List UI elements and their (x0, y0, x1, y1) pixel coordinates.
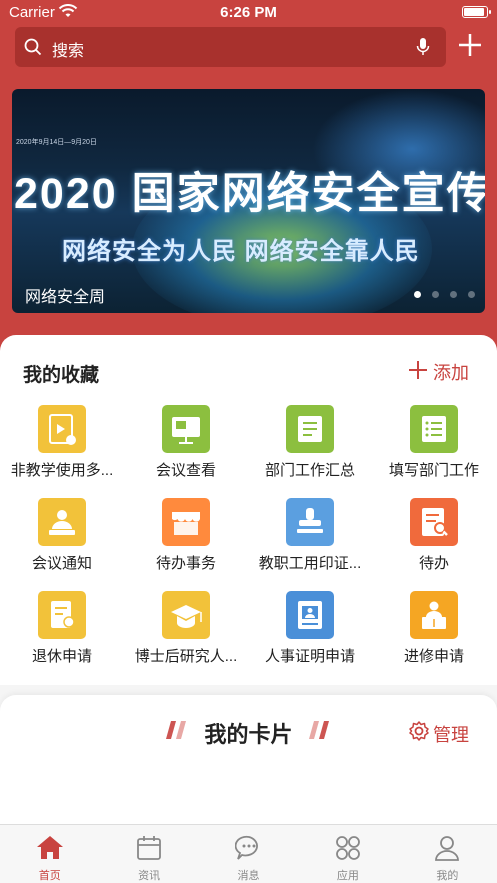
favorites-title: 我的收藏 (23, 365, 100, 386)
manage-cards-button[interactable]: 管理 (408, 720, 469, 747)
tab-home[interactable]: 首页 (0, 825, 99, 883)
microphone-icon[interactable] (416, 37, 430, 62)
favorite-item[interactable]: 部门工作汇总 (248, 405, 372, 485)
favorite-item[interactable]: 填写部门工作 (372, 405, 496, 485)
graduation-cap-icon (162, 591, 210, 639)
favorite-item[interactable]: 人事证明申请 (248, 591, 372, 671)
carousel-dot[interactable] (414, 291, 421, 298)
favorite-item-label: 会议查看 (155, 462, 216, 479)
gear-icon (408, 720, 430, 747)
favorite-item-label: 会议通知 (31, 555, 92, 572)
retire-doc-icon (38, 591, 86, 639)
battery-icon (462, 6, 491, 18)
favorite-item[interactable]: 非教学使用多... (0, 405, 124, 485)
favorite-item-label: 教职工用印证... (258, 555, 362, 572)
certificate-icon (286, 591, 334, 639)
favorite-item-label: 博士后研究人... (134, 648, 238, 665)
cards-section: 我的卡片 管理 (0, 695, 497, 825)
video-doc-icon (38, 405, 86, 453)
search-icon (24, 38, 42, 61)
add-icon[interactable] (458, 33, 482, 62)
search-bar[interactable]: 搜索 (15, 27, 446, 67)
tab-chat[interactable]: 消息 (199, 825, 298, 883)
tab-person[interactable]: 我的 (398, 825, 497, 883)
chat-icon (234, 834, 263, 867)
favorite-item[interactable]: 待办事务 (124, 498, 248, 578)
favorite-item-label: 部门工作汇总 (264, 462, 355, 479)
favorite-item-label: 退休申请 (31, 648, 92, 665)
search-doc-icon (410, 498, 458, 546)
stamp-icon (286, 498, 334, 546)
tab-label: 应用 (336, 870, 359, 882)
favorite-item-label: 待办事务 (155, 555, 216, 572)
manage-label: 管理 (433, 724, 469, 745)
apps-icon (334, 834, 362, 867)
carousel-dot[interactable] (450, 291, 457, 298)
favorite-item-label: 填写部门工作 (388, 462, 479, 479)
slash-decor-right (309, 721, 333, 739)
summary-icon (286, 405, 334, 453)
list-icon (410, 405, 458, 453)
banner-slogan: 网络安全为人民 网络安全靠人民 (62, 238, 420, 265)
carousel-dot[interactable] (432, 291, 439, 298)
person-icon (433, 834, 461, 867)
calendar-icon (135, 834, 163, 867)
banner-date-text: 2020年9月14日—9月20日 (16, 139, 97, 146)
favorites-section: 我的收藏 添加 非教学使用多... 会议查看 部门工作汇总 填写部门工作会议通知 待办事… (0, 335, 497, 685)
favorite-item[interactable]: 博士后研究人... (124, 591, 248, 671)
favorite-item[interactable]: 退休申请 (0, 591, 124, 671)
store-icon (162, 498, 210, 546)
carousel-dot[interactable] (468, 291, 475, 298)
carousel-indicator (414, 291, 475, 298)
favorite-item[interactable]: 进修申请 (372, 591, 496, 671)
status-bar: Carrier 6:26 PM (0, 0, 497, 26)
tab-calendar[interactable]: 资讯 (99, 825, 198, 883)
home-icon (36, 834, 64, 867)
favorite-item-label: 待办 (418, 555, 449, 572)
add-favorite-label: 添加 (433, 363, 469, 383)
tab-apps[interactable]: 应用 (298, 825, 397, 883)
banner-carousel[interactable]: 2020年9月14日—9月20日 2020 国家网络安全宣传周 网络安全为人民 … (12, 89, 485, 313)
favorite-item[interactable]: 待办 (372, 498, 496, 578)
tab-label: 首页 (38, 870, 61, 882)
favorite-item-label: 非教学使用多... (10, 462, 114, 479)
favorite-item[interactable]: 会议通知 (0, 498, 124, 578)
tab-bar: 首页 资讯 消息 应用 我的 (0, 824, 497, 883)
tab-label: 消息 (237, 870, 260, 882)
plus-icon (409, 360, 427, 384)
lecture-icon (410, 591, 458, 639)
favorite-item[interactable]: 教职工用印证... (248, 498, 372, 578)
favorite-item-label: 人事证明申请 (264, 648, 355, 665)
favorite-item-label: 进修申请 (403, 648, 464, 665)
add-favorite-button[interactable]: 添加 (409, 359, 469, 385)
banner-headline: 2020 国家网络安全宣传周 (14, 170, 485, 218)
meeting-view-icon (162, 405, 210, 453)
meeting-notice-icon (38, 498, 86, 546)
tab-label: 我的 (436, 870, 459, 882)
favorite-item[interactable]: 会议查看 (124, 405, 248, 485)
search-placeholder: 搜索 (52, 43, 85, 60)
clock: 6:26 PM (220, 4, 277, 21)
tab-label: 资讯 (138, 870, 161, 882)
banner-caption: 网络安全周 (25, 289, 106, 306)
